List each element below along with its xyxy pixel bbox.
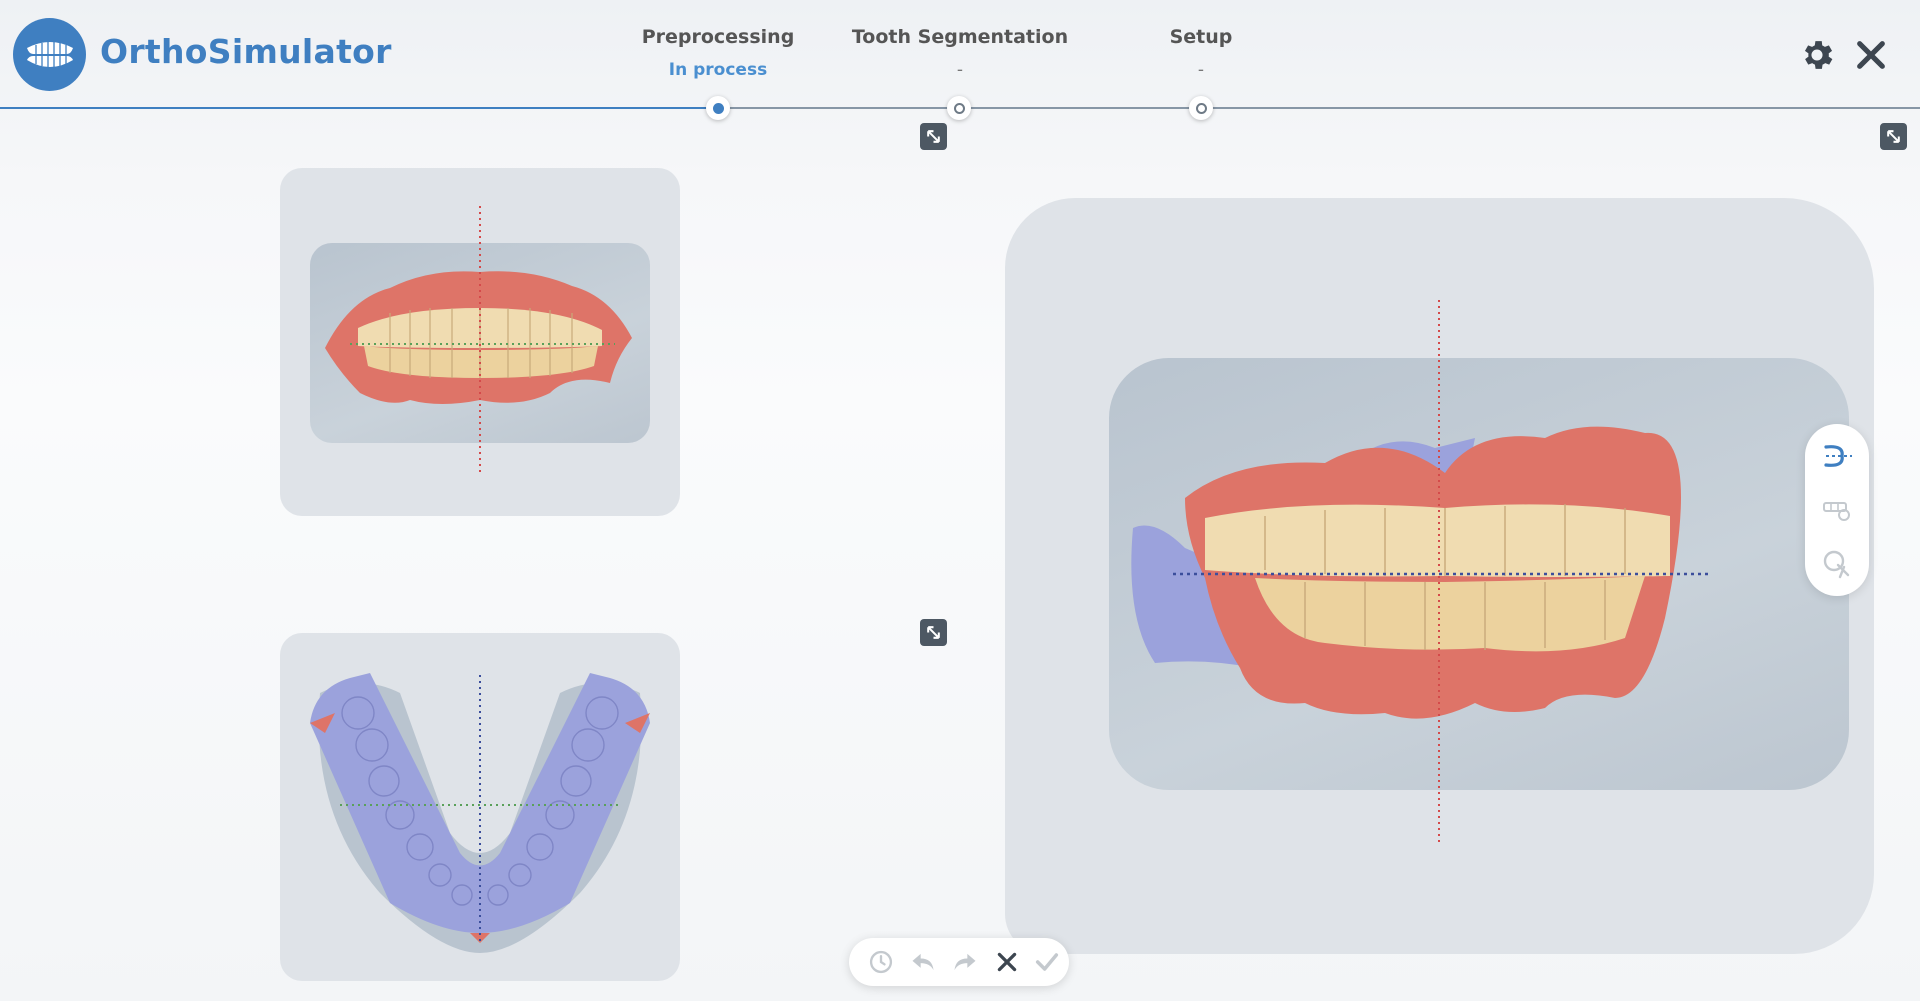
history-icon xyxy=(869,950,893,974)
step-name: Preprocessing xyxy=(641,26,795,48)
step-status: In process xyxy=(668,60,768,80)
occlusal-view-lower-arch[interactable] xyxy=(280,633,680,981)
pending-ring-icon xyxy=(953,102,965,114)
redo-button[interactable] xyxy=(947,944,983,980)
app-title: OrthoSimulator xyxy=(100,32,392,71)
teeth-logo-icon xyxy=(26,41,73,67)
brush-tool[interactable] xyxy=(1817,544,1857,584)
settings-button[interactable] xyxy=(1795,33,1839,77)
history-button[interactable] xyxy=(863,944,899,980)
tooth-settings-tool[interactable] xyxy=(1817,490,1857,530)
redo-icon xyxy=(954,953,976,971)
step-name: Tooth Segmentation xyxy=(851,26,1069,48)
step-node-tooth-segmentation[interactable] xyxy=(947,96,971,120)
step-node-preprocessing[interactable] xyxy=(706,96,730,120)
action-toolbar xyxy=(849,938,1069,986)
tooth-gear-icon xyxy=(1823,502,1850,521)
close-button[interactable] xyxy=(1849,33,1893,77)
close-icon xyxy=(1857,41,1885,69)
front-view-panel[interactable] xyxy=(280,168,680,516)
occlusal-view-panel[interactable] xyxy=(280,633,680,981)
tool-palette xyxy=(1805,424,1869,596)
app-header: OrthoSimulator Preprocessing In process … xyxy=(0,0,1920,120)
step-node-setup[interactable] xyxy=(1189,96,1213,120)
brush-icon xyxy=(1823,550,1850,579)
cancel-icon xyxy=(997,952,1017,972)
lateral-view-panel[interactable] xyxy=(1005,198,1874,954)
step-status: - xyxy=(1197,60,1205,80)
expand-view-button[interactable] xyxy=(920,123,947,150)
step-setup[interactable]: Setup - xyxy=(1081,26,1321,80)
active-dot-icon xyxy=(712,102,724,114)
expand-view-button[interactable] xyxy=(920,619,947,646)
cancel-button[interactable] xyxy=(989,944,1025,980)
undo-button[interactable] xyxy=(905,944,941,980)
progress-track-pending xyxy=(718,107,1920,109)
expand-icon xyxy=(1887,130,1900,143)
lateral-view-dental-scan[interactable] xyxy=(1005,198,1874,954)
front-view-dental-scan[interactable] xyxy=(280,168,680,516)
step-tooth-segmentation[interactable]: Tooth Segmentation - xyxy=(840,26,1080,80)
step-name: Setup xyxy=(1169,26,1233,48)
undo-icon xyxy=(912,953,934,971)
expand-view-button[interactable] xyxy=(1880,123,1907,150)
progress-track-complete xyxy=(0,107,718,109)
confirm-button[interactable] xyxy=(1029,944,1065,980)
pending-ring-icon xyxy=(1195,102,1207,114)
cut-plane-tool[interactable] xyxy=(1817,436,1857,476)
app-logo xyxy=(13,18,86,91)
confirm-icon xyxy=(1035,953,1059,971)
cut-plane-icon xyxy=(1824,445,1852,467)
expand-icon xyxy=(927,130,940,143)
step-status: - xyxy=(956,60,964,80)
expand-icon xyxy=(927,626,940,639)
gear-icon xyxy=(1804,41,1833,69)
step-preprocessing[interactable]: Preprocessing In process xyxy=(598,26,838,80)
